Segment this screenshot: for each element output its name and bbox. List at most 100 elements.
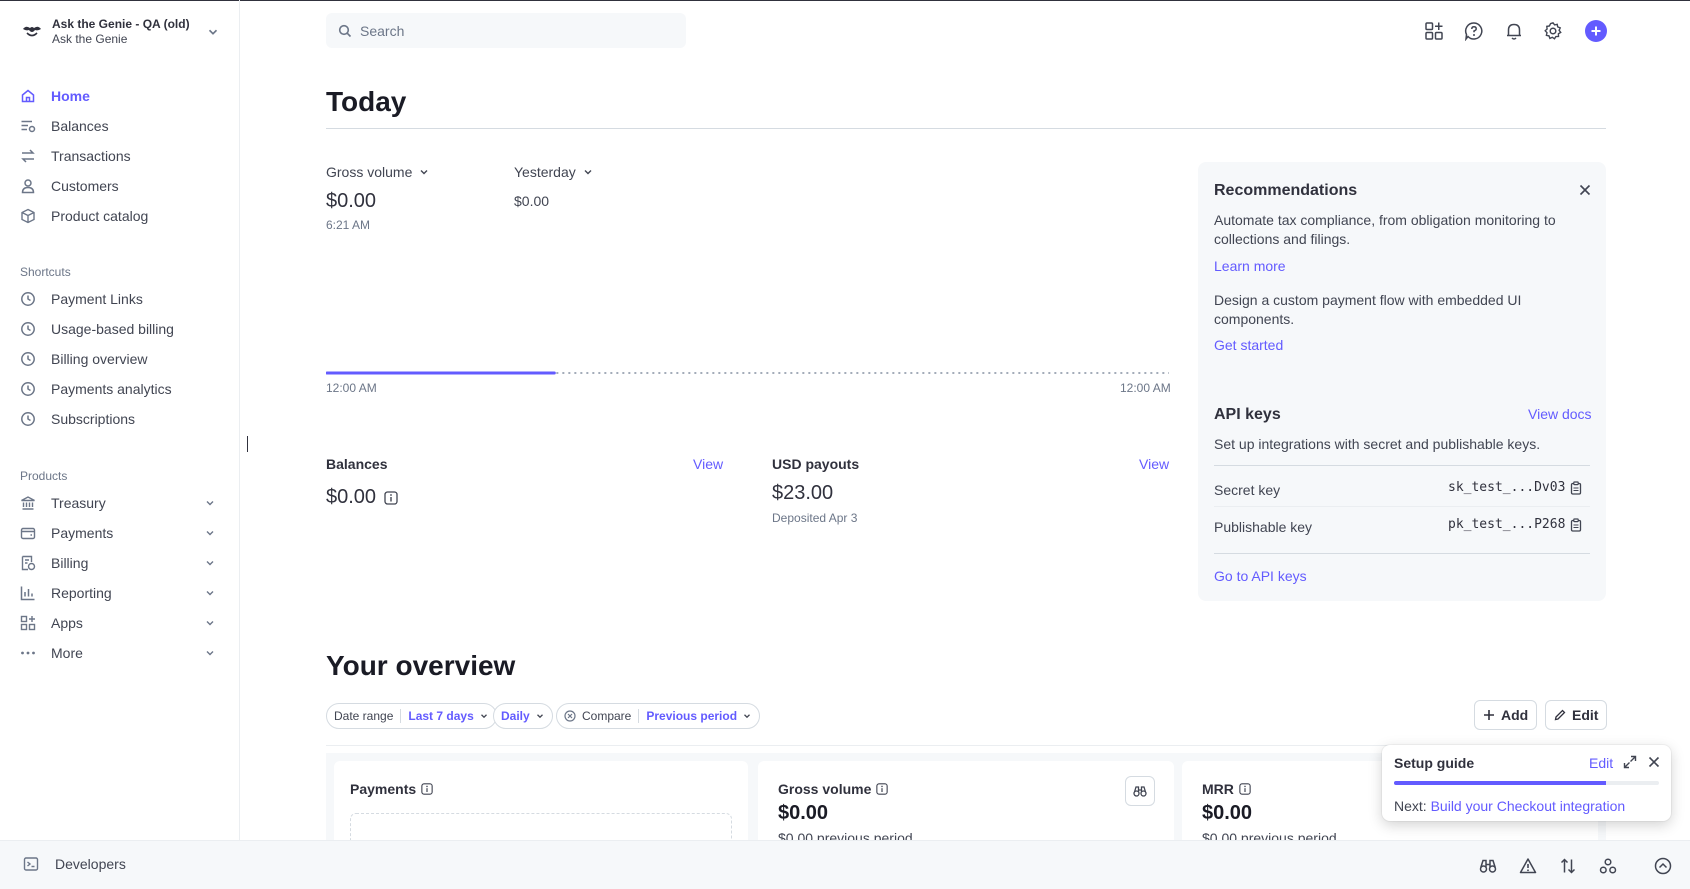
sidebar-item-treasury[interactable]: Treasury	[20, 490, 220, 516]
help-icon[interactable]	[1464, 21, 1484, 41]
create-button[interactable]	[1585, 20, 1607, 42]
sidebar-item-usage-based-billing[interactable]: Usage-based billing	[20, 316, 220, 342]
sidebar-item-label: Treasury	[51, 495, 106, 511]
clock-icon	[21, 322, 35, 336]
today-volume-chart	[326, 371, 1169, 375]
setup-guide-title: Setup guide	[1394, 755, 1475, 771]
ellipsis-icon	[21, 651, 35, 655]
sidebar-item-product-catalog[interactable]: Product catalog	[20, 203, 220, 229]
gross-volume-widget[interactable]: Gross volume $0.00 $0.00 previous period	[758, 761, 1174, 840]
date-range-filter[interactable]: Date range Last 7 days	[326, 703, 497, 729]
learn-more-link[interactable]: Learn more	[1214, 258, 1286, 274]
gross-volume-widget-label: Gross volume	[778, 781, 872, 797]
gross-volume-selector[interactable]: Gross volume	[326, 164, 430, 180]
remove-circle-icon[interactable]	[564, 710, 576, 722]
setup-guide-next-prefix: Next:	[1394, 798, 1427, 814]
home-icon	[21, 89, 35, 103]
payments-empty-placeholder	[350, 813, 732, 840]
compare-label: Compare	[582, 709, 632, 723]
sidebar-item-label: Home	[51, 88, 90, 104]
setup-guide-popover: Setup guide Edit Next: Build your Checko…	[1382, 745, 1671, 821]
recommendation-tax-text: Automate tax compliance, from obligation…	[1214, 212, 1556, 247]
sidebar-item-label: More	[51, 645, 83, 661]
warning-icon[interactable]	[1519, 857, 1537, 875]
clock-icon	[21, 382, 35, 396]
chevron-down-icon	[206, 621, 214, 626]
search-placeholder: Search	[360, 22, 405, 39]
publishable-key-field[interactable]: pk_test_...P268	[1448, 517, 1583, 532]
interval-filter[interactable]: Daily	[493, 703, 553, 729]
divider	[1214, 465, 1590, 466]
sidebar-item-label: Product catalog	[51, 208, 149, 224]
sidebar-item-payments[interactable]: Payments	[20, 520, 220, 546]
sidebar-item-billing[interactable]: Billing	[20, 550, 220, 576]
search-input[interactable]: Search	[326, 13, 686, 48]
info-icon[interactable]	[876, 783, 889, 795]
sidebar-item-home[interactable]: Home	[20, 83, 220, 109]
recommendations-panel: Recommendations Automate tax compliance,…	[1198, 162, 1606, 601]
sidebar-item-reporting[interactable]: Reporting	[20, 580, 220, 606]
gear-icon[interactable]	[1543, 21, 1563, 41]
chart-axis-start-label: 12:00 AM	[326, 381, 377, 395]
sidebar-item-billing-overview[interactable]: Billing overview	[20, 346, 220, 372]
clock-icon	[21, 292, 35, 306]
chevron-down-icon	[536, 714, 543, 719]
edit-overview-button[interactable]: Edit	[1545, 700, 1608, 730]
expand-icon[interactable]	[1623, 755, 1637, 769]
clipboard-icon[interactable]	[1569, 517, 1583, 532]
clipboard-icon[interactable]	[1569, 480, 1583, 495]
close-icon[interactable]	[1578, 183, 1592, 197]
compare-filter[interactable]: Compare Previous period	[556, 703, 761, 729]
webhooks-icon[interactable]	[1599, 857, 1617, 875]
payments-widget[interactable]: Payments	[334, 761, 748, 840]
sidebar-item-payment-links[interactable]: Payment Links	[20, 286, 220, 312]
chevron-down-icon	[206, 501, 214, 506]
chevron-up-circle-icon[interactable]	[1654, 857, 1672, 875]
sidebar-item-payments-analytics[interactable]: Payments analytics	[20, 376, 220, 402]
close-icon[interactable]	[1647, 755, 1661, 769]
secret-key-field[interactable]: sk_test_...Dv03	[1448, 480, 1583, 495]
setup-guide-edit-link[interactable]: Edit	[1589, 755, 1613, 771]
compare-period-selector[interactable]: Yesterday	[514, 164, 594, 180]
sidebar-item-subscriptions[interactable]: Subscriptions	[20, 406, 220, 432]
developers-button[interactable]: Developers	[23, 856, 126, 872]
page-title: Today	[326, 86, 407, 117]
apps-grid-icon[interactable]	[1424, 21, 1444, 41]
chevron-down-icon	[206, 561, 214, 566]
sidebar-item-transactions[interactable]: Transactions	[20, 143, 220, 169]
payments-widget-label: Payments	[350, 781, 417, 797]
developers-label: Developers	[55, 856, 126, 872]
explore-button[interactable]	[1125, 776, 1155, 806]
balances-view-link[interactable]: View	[693, 456, 723, 472]
usd-payouts-view-link[interactable]: View	[1139, 456, 1169, 472]
info-icon[interactable]	[384, 490, 398, 505]
usd-payouts-title: USD payouts	[772, 456, 860, 472]
pencil-icon	[1554, 709, 1566, 721]
go-to-api-keys-link[interactable]: Go to API keys	[1214, 568, 1307, 584]
setup-guide-next-link[interactable]: Build your Checkout integration	[1431, 798, 1626, 814]
balances-title: Balances	[326, 456, 388, 472]
chevron-down-icon	[584, 170, 592, 175]
billing-icon	[21, 555, 36, 571]
info-icon[interactable]	[1239, 783, 1251, 795]
binoculars-icon	[1133, 786, 1147, 797]
sidebar-item-balances[interactable]: Balances	[20, 113, 220, 139]
info-icon[interactable]	[421, 783, 433, 795]
sidebar-item-apps[interactable]: Apps	[20, 610, 220, 636]
sidebar-item-more[interactable]: More	[20, 640, 220, 666]
gross-volume-widget-title: Gross volume	[778, 781, 889, 797]
sort-arrows-icon[interactable]	[1559, 857, 1577, 875]
chevron-down-icon	[206, 591, 214, 596]
sidebar-item-label: Billing	[51, 555, 89, 571]
binoculars-icon[interactable]	[1479, 857, 1497, 875]
sidebar-item-customers[interactable]: Customers	[20, 173, 220, 199]
add-widget-button[interactable]: Add	[1474, 700, 1538, 730]
setup-guide-progress-fill	[1394, 781, 1606, 785]
account-switcher[interactable]: Ask the Genie - QA (old) Ask the Genie	[20, 15, 220, 49]
recommendations-title: Recommendations	[1214, 182, 1358, 199]
compare-period-value: $0.00	[514, 193, 550, 209]
bell-icon[interactable]	[1504, 21, 1524, 41]
view-docs-link[interactable]: View docs	[1528, 406, 1592, 422]
get-started-link[interactable]: Get started	[1214, 337, 1283, 353]
gross-volume-label: Gross volume	[326, 164, 413, 180]
